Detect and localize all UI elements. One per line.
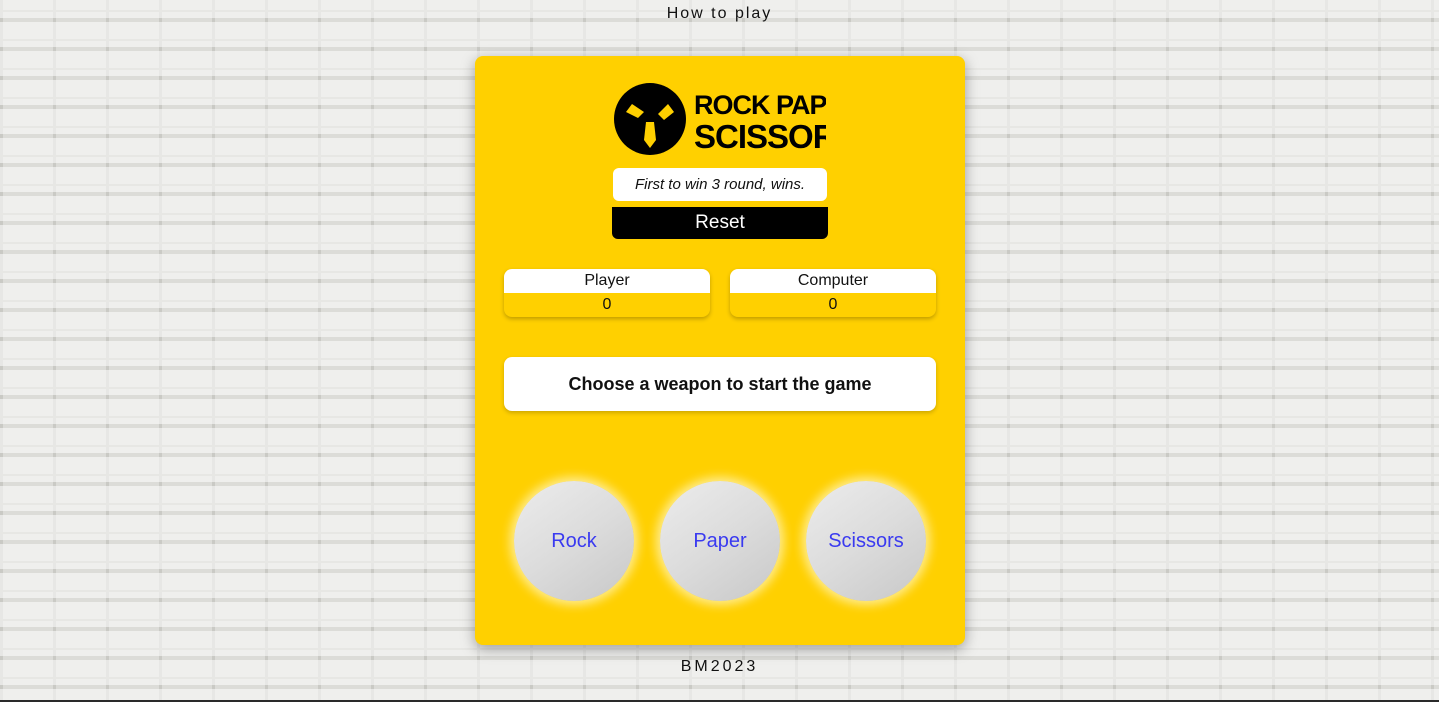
rock-button[interactable]: Rock (514, 481, 634, 601)
scissors-button[interactable]: Scissors (806, 481, 926, 601)
game-message: Choose a weapon to start the game (504, 357, 936, 411)
how-to-play-link[interactable]: How to play (0, 5, 1439, 23)
logo-line1: ROCK PAPER (694, 90, 826, 120)
player-score-box: Player 0 (504, 269, 710, 317)
footer-credit: BM2023 (680, 658, 759, 675)
logo-line2: SCISSORS (694, 118, 826, 155)
reset-button[interactable]: Reset (612, 207, 828, 239)
computer-score-value: 0 (828, 296, 838, 313)
player-score-value: 0 (602, 296, 612, 313)
computer-score-box: Computer 0 (730, 269, 936, 317)
rules-text: First to win 3 round, wins. (613, 168, 827, 201)
player-score-label: Player (504, 269, 710, 293)
game-card: ROCK PAPER SCISSORS First to win 3 round… (475, 56, 965, 645)
rock-paper-scissors-logo: ROCK PAPER SCISSORS (614, 83, 826, 155)
computer-score-label: Computer (730, 269, 936, 293)
paper-button[interactable]: Paper (660, 481, 780, 601)
